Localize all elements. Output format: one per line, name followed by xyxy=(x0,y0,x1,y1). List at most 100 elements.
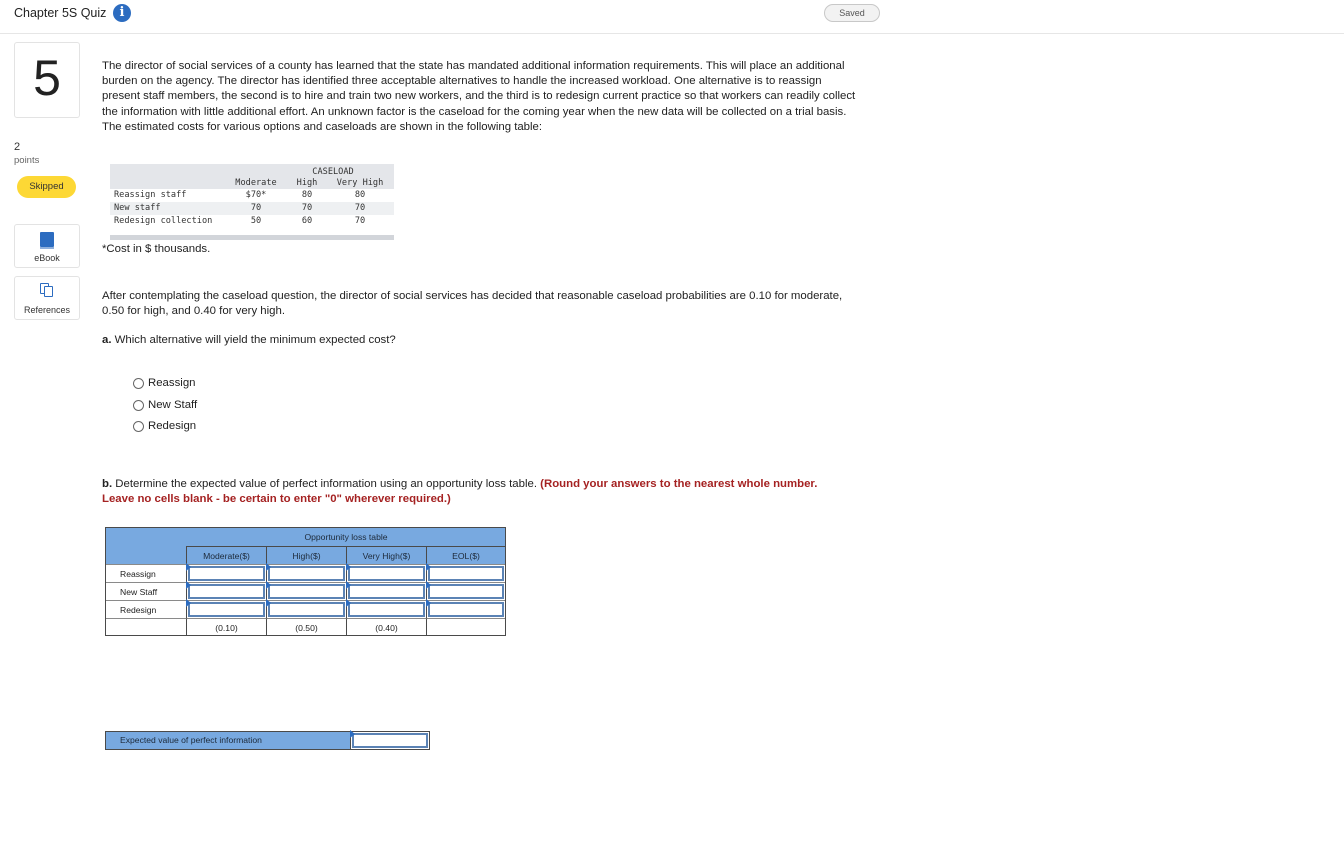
reassign-eol-input[interactable] xyxy=(428,566,504,581)
input-cell[interactable] xyxy=(266,563,346,582)
info-icon[interactable]: i xyxy=(113,4,131,22)
new-staff-moderate-input[interactable] xyxy=(188,584,265,599)
col-header-eol: EOL($) xyxy=(426,546,505,564)
row-label: New staff xyxy=(114,203,161,213)
probabilities-text: After contemplating the caseload questio… xyxy=(102,290,843,318)
part-b-prompt: b. Determine the expected value of perfe… xyxy=(102,477,852,507)
col-header-high: High($) xyxy=(266,546,346,564)
probability-very-high: (0.40) xyxy=(346,618,426,636)
part-a-text: Which alternative will yield the minimum… xyxy=(114,334,396,346)
flag-icon xyxy=(426,563,431,571)
question-number-box: 5 xyxy=(14,42,80,118)
input-cell[interactable] xyxy=(346,563,426,582)
input-cell[interactable] xyxy=(186,581,266,600)
radio-button[interactable] xyxy=(133,378,144,389)
alternative-radio-group: Reassign New Staff Redesign xyxy=(133,376,197,441)
caseload-caption: CASELOAD xyxy=(312,167,354,177)
evpi-input[interactable] xyxy=(352,733,428,748)
skipped-badge: Skipped xyxy=(17,176,76,198)
input-cell[interactable] xyxy=(266,599,346,618)
flag-icon xyxy=(350,730,355,738)
probability-high: (0.50) xyxy=(266,618,346,636)
question-number: 5 xyxy=(33,50,61,106)
radio-label: Reassign xyxy=(148,377,196,389)
col-header-very-high: Very High($) xyxy=(346,546,426,564)
evpi-row: Expected value of perfect information xyxy=(105,730,430,750)
points-value: 2 xyxy=(14,141,21,153)
row-label-reassign: Reassign xyxy=(106,564,186,582)
reassign-very-high-input[interactable] xyxy=(348,566,425,581)
copy-icon xyxy=(40,283,54,297)
caseload-col-very-high: Very High xyxy=(336,178,384,188)
caseload-col-high: High xyxy=(296,178,318,188)
points-label: points xyxy=(14,155,40,166)
input-cell[interactable] xyxy=(266,581,346,600)
radio-option-new-staff[interactable]: New Staff xyxy=(133,398,197,420)
radio-button[interactable] xyxy=(133,421,144,432)
caseload-col-moderate: Moderate xyxy=(235,178,277,188)
flag-icon xyxy=(426,599,431,607)
row-label: Reassign staff xyxy=(114,190,187,200)
flag-icon xyxy=(186,581,191,589)
table-divider xyxy=(110,235,394,240)
cost-footnote: *Cost in $ thousands. xyxy=(102,243,211,255)
radio-option-reassign[interactable]: Reassign xyxy=(133,376,197,398)
question-intro: The director of social services of a cou… xyxy=(102,60,856,133)
evpi-label: Expected value of perfect information xyxy=(106,732,350,749)
flag-icon xyxy=(266,563,271,571)
opportunity-table-caption: Opportunity loss table xyxy=(304,532,388,542)
input-cell[interactable] xyxy=(426,581,505,600)
input-cell[interactable] xyxy=(346,581,426,600)
new-staff-eol-input[interactable] xyxy=(428,584,504,599)
reassign-moderate-input[interactable] xyxy=(188,566,265,581)
table-row: New staff 70 70 70 xyxy=(110,202,394,215)
row-label: Redesign collection xyxy=(114,216,213,226)
table-row: Redesign collection 50 60 70 xyxy=(110,215,394,228)
opportunity-loss-table: Opportunity loss table Moderate($) High(… xyxy=(105,527,506,636)
cell: 80 xyxy=(301,190,313,200)
cell: 80 xyxy=(354,190,366,200)
flag-icon xyxy=(346,599,351,607)
input-cell[interactable] xyxy=(186,563,266,582)
redesign-eol-input[interactable] xyxy=(428,602,504,617)
radio-option-redesign[interactable]: Redesign xyxy=(133,419,197,441)
col-header-moderate: Moderate($) xyxy=(186,546,266,564)
part-b-label: b. xyxy=(102,478,113,490)
input-cell[interactable] xyxy=(186,599,266,618)
row-label-redesign: Redesign xyxy=(106,600,186,618)
evpi-cell[interactable] xyxy=(350,730,429,749)
redesign-very-high-input[interactable] xyxy=(348,602,425,617)
radio-button[interactable] xyxy=(133,399,144,411)
reassign-high-input[interactable] xyxy=(268,566,345,581)
new-staff-high-input[interactable] xyxy=(268,584,345,599)
probability-blank xyxy=(426,618,505,636)
cell: 50 xyxy=(250,216,262,226)
part-a-prompt: a. Which alternative will yield the mini… xyxy=(102,334,396,346)
table-row: Reassign staff $70* 80 80 xyxy=(110,189,394,202)
redesign-high-input[interactable] xyxy=(268,602,345,617)
cell: $70* xyxy=(245,190,267,200)
saved-status-badge: Saved xyxy=(824,4,880,22)
quiz-title: Chapter 5S Quiz xyxy=(14,6,107,20)
ebook-button[interactable]: eBook xyxy=(14,224,80,268)
input-cell[interactable] xyxy=(426,563,505,582)
flag-icon xyxy=(346,581,351,589)
references-button[interactable]: References xyxy=(14,276,80,320)
radio-label: Redesign xyxy=(148,420,197,432)
input-cell[interactable] xyxy=(346,599,426,618)
flag-icon xyxy=(266,599,271,607)
redesign-moderate-input[interactable] xyxy=(188,602,265,617)
flag-icon xyxy=(186,563,191,571)
caseload-table-header: CASELOAD Moderate High Very High xyxy=(110,164,394,189)
new-staff-very-high-input[interactable] xyxy=(348,584,425,599)
probability-moderate: (0.10) xyxy=(186,618,266,636)
book-icon xyxy=(40,232,54,249)
row-label-probability xyxy=(106,618,186,636)
part-b-text: Determine the expected value of perfect … xyxy=(115,478,537,490)
cell: 70 xyxy=(250,203,262,213)
flag-icon xyxy=(186,599,191,607)
cell: 70 xyxy=(354,216,366,226)
flag-icon xyxy=(346,563,351,571)
input-cell[interactable] xyxy=(426,599,505,618)
flag-icon xyxy=(426,581,431,589)
